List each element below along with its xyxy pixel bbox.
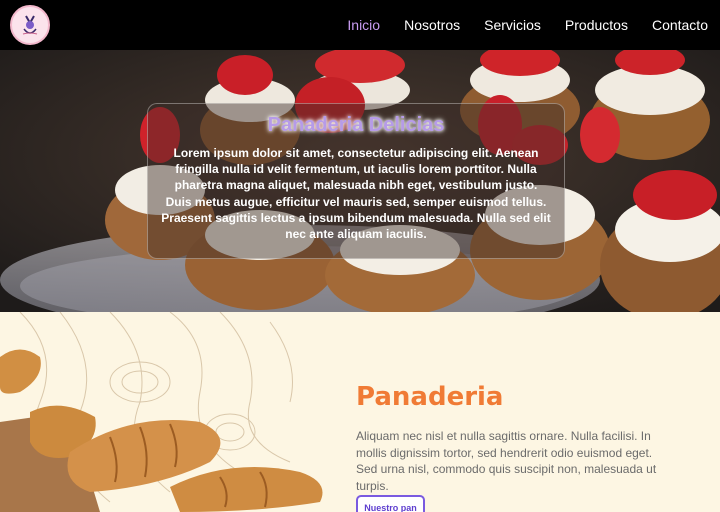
bakery-logo-icon[interactable] bbox=[10, 5, 50, 45]
nav-link-contacto[interactable]: Contacto bbox=[652, 17, 708, 33]
hero-title: Panaderia Delicias bbox=[267, 114, 445, 136]
section-description: Aliquam nec nisl et nulla sagittis ornar… bbox=[356, 429, 657, 493]
nav-link-productos[interactable]: Productos bbox=[565, 17, 628, 33]
hero-banner: Panaderia Delicias Lorem ipsum dolor sit… bbox=[0, 50, 720, 312]
hero-card: Panaderia Delicias Lorem ipsum dolor sit… bbox=[147, 103, 565, 259]
croissant-image bbox=[0, 312, 323, 512]
panaderia-section: Panaderia Aliquam nec nisl et nulla sagi… bbox=[0, 312, 720, 512]
bakery-logo-graphic bbox=[13, 8, 47, 42]
hero-description: Lorem ipsum dolor sit amet, consectetur … bbox=[161, 146, 551, 242]
top-navbar: Inicio Nosotros Servicios Productos Cont… bbox=[0, 0, 720, 50]
nuestro-pan-button[interactable]: Nuestro pan bbox=[356, 495, 425, 512]
nav-menu: Inicio Nosotros Servicios Productos Cont… bbox=[347, 0, 708, 50]
section-title: Panaderia bbox=[356, 382, 504, 412]
nav-link-inicio[interactable]: Inicio bbox=[347, 17, 380, 33]
nav-link-servicios[interactable]: Servicios bbox=[484, 17, 541, 33]
nav-link-nosotros[interactable]: Nosotros bbox=[404, 17, 460, 33]
